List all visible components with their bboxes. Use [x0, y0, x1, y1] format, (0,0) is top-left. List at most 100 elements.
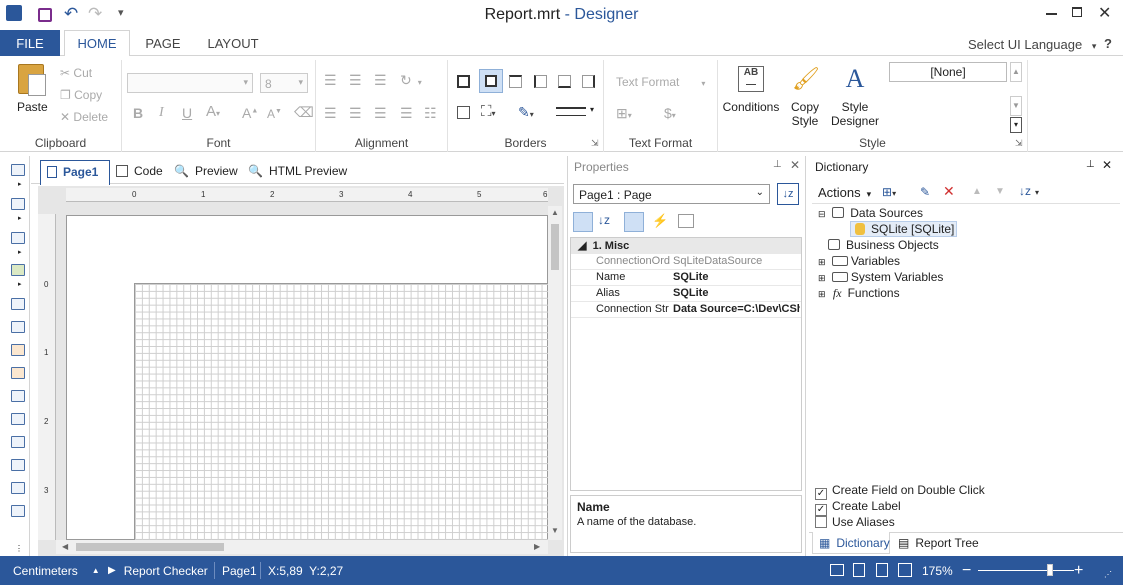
- edit-icon[interactable]: ✎: [920, 185, 930, 199]
- style-gallery[interactable]: [None]: [889, 62, 1007, 82]
- toolbox-page-header-icon[interactable]: [11, 321, 25, 333]
- tree-data-sources[interactable]: ⊟ Data Sources: [818, 206, 923, 220]
- zoom-page-width-icon[interactable]: [830, 564, 844, 576]
- border-style-dropdown-icon[interactable]: ▾: [590, 105, 594, 114]
- cut-button[interactable]: ✂ Cut: [60, 66, 92, 80]
- copy-style-button[interactable]: 🖌 Copy Style: [784, 64, 826, 128]
- new-item-icon[interactable]: ⊞▾: [882, 185, 896, 199]
- tab-file[interactable]: FILE: [0, 30, 60, 57]
- ui-language-dropdown[interactable]: Select UI Language ▾: [968, 37, 1096, 52]
- tree-system-variables[interactable]: ⊞ System Variables: [818, 270, 943, 284]
- toolbox-cross-tab-icon[interactable]: [11, 482, 25, 494]
- underline-icon[interactable]: U: [182, 105, 192, 121]
- toolbox-footer-icon[interactable]: [11, 413, 25, 425]
- align-right-icon[interactable]: ☰: [374, 105, 387, 122]
- word-wrap-icon[interactable]: ☷: [424, 105, 437, 122]
- top-border-icon[interactable]: [509, 75, 522, 88]
- left-border-icon[interactable]: [534, 75, 547, 88]
- tree-functions[interactable]: ⊞ fx Functions: [818, 286, 900, 301]
- option-use-aliases[interactable]: Use Aliases: [815, 515, 895, 529]
- toolbox-page-footer-icon[interactable]: [11, 436, 25, 448]
- tree-sqlite[interactable]: SQLite [SQLite]: [850, 221, 958, 237]
- style-designer-button[interactable]: A Style Designer: [830, 64, 880, 128]
- units-selector[interactable]: Centimeters ▲: [13, 556, 100, 585]
- border-color-icon[interactable]: ✎▾: [518, 104, 534, 121]
- zoom-slider-thumb[interactable]: [1047, 564, 1053, 576]
- toolbox-components-icon[interactable]: [11, 232, 25, 244]
- style-scroll-down-icon[interactable]: ▼: [1010, 96, 1022, 116]
- border-style-icon[interactable]: [556, 107, 586, 116]
- text-format-combo[interactable]: Text Format ▾: [616, 75, 705, 89]
- property-category[interactable]: ◢ 1. Misc: [570, 237, 802, 254]
- tab-report-tree[interactable]: ▤ Report Tree: [898, 536, 979, 550]
- bottom-border-icon[interactable]: [558, 75, 571, 88]
- properties-close-icon[interactable]: ✕: [790, 158, 800, 172]
- no-border-icon[interactable]: [457, 106, 470, 119]
- zoom-multiple-pages-icon[interactable]: [898, 563, 912, 577]
- vertical-scrollbar[interactable]: ▲ ▼: [548, 206, 562, 540]
- zoom-in-icon[interactable]: +: [1074, 556, 1083, 585]
- clear-format-icon[interactable]: ⌫: [294, 104, 314, 121]
- toolbox-group-header-icon[interactable]: [11, 367, 25, 379]
- outside-borders-icon[interactable]: [479, 69, 503, 93]
- report-checker-button[interactable]: ▶ Report Checker: [108, 556, 208, 585]
- resize-grip-icon[interactable]: ⋰: [1104, 570, 1112, 579]
- align-bottom-icon[interactable]: ☰: [374, 72, 387, 89]
- tab-home[interactable]: HOME: [64, 30, 130, 57]
- zoom-page-height-icon[interactable]: [853, 563, 865, 577]
- dictionary-close-icon[interactable]: ✕: [1102, 158, 1112, 172]
- toolbox-data-icon[interactable]: [11, 390, 25, 402]
- property-pages-icon[interactable]: [678, 214, 694, 228]
- property-row-connection-string[interactable]: Connection Str Data Source=C:\Dev\CSh: [570, 302, 802, 318]
- close-icon[interactable]: ✕: [1098, 3, 1111, 23]
- toolbox-report-title-icon[interactable]: [11, 298, 25, 310]
- paste-button[interactable]: Paste: [12, 64, 52, 116]
- option-create-label[interactable]: ✓ Create Label: [815, 499, 901, 516]
- pin-icon[interactable]: ⊥: [773, 159, 782, 170]
- tab-code[interactable]: Code: [116, 164, 163, 178]
- zoom-slider[interactable]: [978, 564, 1074, 576]
- justify-icon[interactable]: ☰: [400, 105, 413, 122]
- toolbox-crossband-icon[interactable]: [11, 198, 25, 210]
- tab-layout[interactable]: LAYOUT: [198, 30, 268, 57]
- font-size-combo[interactable]: 8 ▾: [260, 73, 308, 93]
- style-scroll-up-icon[interactable]: ▲: [1010, 62, 1022, 82]
- align-center-icon[interactable]: ☰: [349, 105, 362, 122]
- use-aliases-checkbox[interactable]: [815, 516, 827, 528]
- tab-preview[interactable]: 🔍 Preview: [174, 164, 238, 178]
- horizontal-scrollbar[interactable]: ◀ ▶: [56, 540, 548, 554]
- tree-variables[interactable]: ⊞ Variables: [818, 254, 900, 268]
- properties-view-icon[interactable]: [624, 212, 644, 232]
- grow-font-icon[interactable]: A▲: [242, 105, 258, 121]
- alphabetical-icon[interactable]: ↓z: [598, 213, 610, 227]
- style-more-icon[interactable]: ▾: [1010, 117, 1022, 133]
- zoom-out-icon[interactable]: −: [962, 556, 971, 585]
- move-up-icon[interactable]: ▲: [972, 186, 982, 197]
- fill-color-icon[interactable]: ⛶▾: [481, 103, 496, 120]
- right-border-icon[interactable]: [582, 75, 595, 88]
- dictionary-sort-icon[interactable]: ↓z ▾: [1019, 184, 1039, 198]
- toolbox-image-icon[interactable]: [11, 264, 25, 276]
- tab-dictionary[interactable]: ▦ Dictionary: [812, 532, 890, 554]
- property-row-alias[interactable]: Alias SQLite: [570, 286, 802, 302]
- bold-icon[interactable]: B: [133, 105, 143, 121]
- toolbox-more-icon[interactable]: ⋮: [15, 544, 23, 553]
- help-button[interactable]: ?: [1104, 36, 1112, 51]
- categorized-icon[interactable]: [573, 212, 593, 232]
- tab-page[interactable]: PAGE: [136, 30, 190, 57]
- conditions-button[interactable]: AB — Conditions: [720, 64, 782, 120]
- delete-button[interactable]: ✕ Delete: [60, 110, 108, 124]
- tab-html-preview[interactable]: 🔍 HTML Preview: [248, 164, 347, 178]
- option-create-field[interactable]: ✓ Create Field on Double Click: [815, 483, 985, 500]
- align-middle-icon[interactable]: ☰: [349, 72, 362, 89]
- move-down-icon[interactable]: ▼: [995, 186, 1005, 197]
- property-row-name[interactable]: Name SQLite: [570, 270, 802, 286]
- tab-page1[interactable]: Page1: [40, 160, 110, 185]
- format-icon[interactable]: ⊞▾: [616, 105, 632, 122]
- font-color-icon[interactable]: A▾: [206, 103, 220, 120]
- toolbox-band-icon[interactable]: [11, 164, 25, 176]
- copy-button[interactable]: ❐ Copy: [60, 88, 102, 102]
- font-name-combo[interactable]: ▾: [127, 73, 253, 93]
- align-top-icon[interactable]: ☰: [324, 72, 337, 89]
- remove-icon[interactable]: ✕: [943, 183, 955, 200]
